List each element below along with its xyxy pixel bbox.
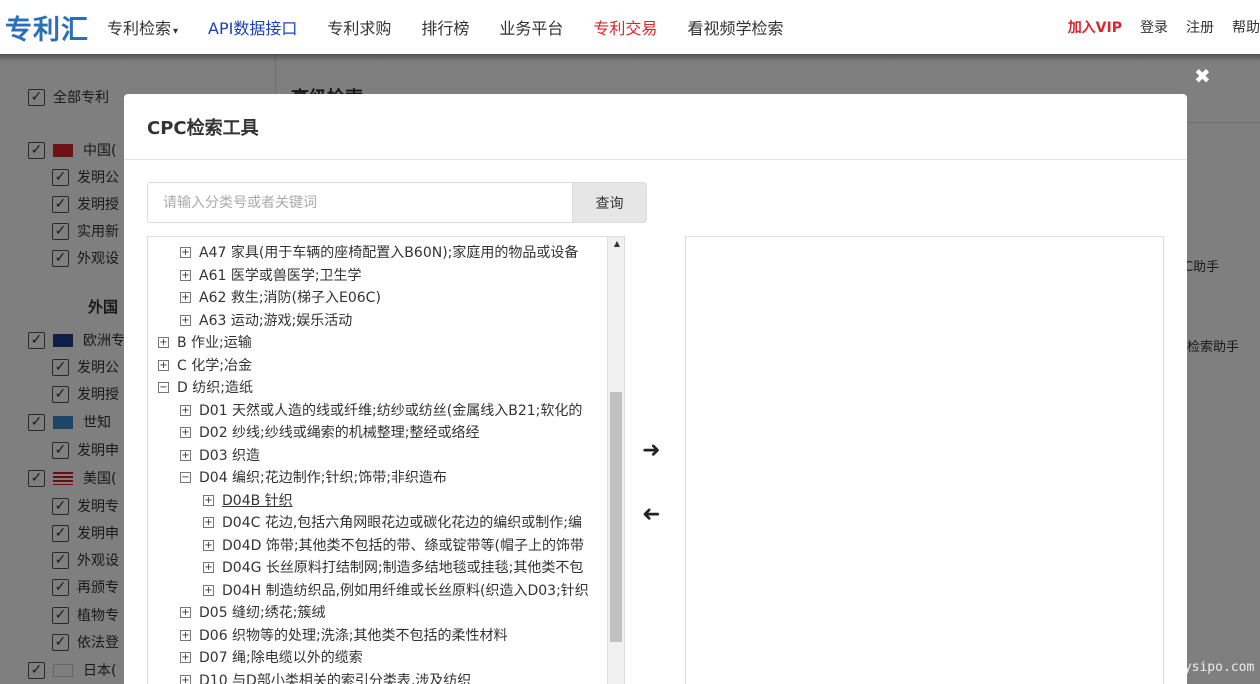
nav-api[interactable]: API数据接口 [208,15,297,39]
tree-node[interactable]: + D04H 制造纺织品,例如用纤维或长丝原料(织造入D03;针织 [203,579,589,601]
top-nav: 专利汇 专利检索 ▾ API数据接口 专利求购 排行榜 业务平台 专利交易 看视频… [0,0,1260,54]
expand-icon[interactable]: + [203,539,214,551]
add-to-selection-arrow-icon[interactable]: ➜ [642,438,660,463]
search-input[interactable] [147,182,572,223]
tree-node[interactable]: + C 化学;冶金 [158,354,252,376]
tree-node[interactable]: + D04D 饰带;其他类不包括的带、绦或锭带等(帽子上的饰带 [203,534,584,556]
tree-scrollbar[interactable]: ▲ [607,237,624,684]
expand-icon[interactable]: + [180,246,191,258]
join-vip-link[interactable]: 加入VIP [1068,17,1122,37]
expand-icon[interactable]: + [203,516,214,528]
tree-node-selected[interactable]: + D04B 针织 [203,489,293,511]
tree-node[interactable]: + D04G 长丝原料打结制网;制造多结地毯或挂毯;其他类不包 [203,556,583,578]
tree-node[interactable]: + A63 运动;游戏;娱乐活动 [180,309,352,331]
expand-icon[interactable]: + [180,269,191,281]
expand-icon[interactable]: + [158,359,169,371]
expand-icon[interactable]: + [203,494,214,506]
watermark: mysipo.com [1176,660,1255,675]
scroll-up-icon[interactable]: ▲ [614,239,620,248]
nav-patent-search[interactable]: 专利检索 ▾ [107,15,178,39]
tree-node[interactable]: − D 纺织;造纸 [158,376,253,398]
expand-icon[interactable]: + [203,584,214,596]
nav-patent-trade[interactable]: 专利交易 [593,15,657,39]
remove-from-selection-arrow-icon[interactable]: ➜ [642,502,660,527]
tree-node[interactable]: + D01 天然或人造的线或纤维;纺纱或纺丝(金属线入B21;软化的 [180,399,582,421]
cpc-search-dialog: CPC检索工具 查询 +A47 家具(用于车辆的座椅配置入B60N);家庭用的物… [124,94,1187,684]
scrollbar-thumb[interactable] [610,392,622,642]
collapse-icon[interactable]: − [158,381,169,393]
chevron-down-icon: ▾ [173,26,179,37]
dialog-header: CPC检索工具 [124,94,1187,160]
nav-menu: 专利检索 ▾ API数据接口 专利求购 排行榜 业务平台 专利交易 看视频学检索 [107,15,813,39]
nav-shadow [0,54,1260,62]
site-logo[interactable]: 专利汇 [5,8,89,47]
tree-node[interactable]: + D06 织物等的处理;洗涤;其他类不包括的柔性材料 [180,624,507,646]
tree-node[interactable]: + D07 绳;除电缆以外的缆索 [180,646,363,668]
tree-node[interactable]: + D03 织造 [180,444,260,466]
search-button[interactable]: 查询 [572,182,647,223]
expand-icon[interactable]: + [203,561,214,573]
dialog-title: CPC检索工具 [147,117,259,139]
tree-node[interactable]: + A62 救生;消防(梯子入E06C) [180,286,381,308]
nav-video[interactable]: 看视频学检索 [687,15,783,39]
tree-node[interactable]: + D02 纱线;纱线或绳索的机械整理;整经或络经 [180,421,479,443]
nav-patent-wanted[interactable]: 专利求购 [327,15,391,39]
expand-icon[interactable]: + [180,651,191,663]
tree-node[interactable]: + B 作业;运输 [158,331,252,353]
tree-node[interactable]: + D04C 花边,包括六角网眼花边或碳化花边的编织或制作;编 [203,511,582,533]
tree-node[interactable]: + A61 医学或兽医学;卫生学 [180,264,362,286]
expand-icon[interactable]: + [158,336,169,348]
cpc-tree[interactable]: + A47 家具(用于车辆的座椅配置入B60N);家庭用的物品或设备 + A61 医… [147,236,625,684]
help-link[interactable]: 帮助 [1232,17,1260,37]
expand-icon[interactable]: + [180,629,191,641]
tree-node[interactable]: − D04 编织;花边制作;针织;饰带;非织造布 [180,466,447,488]
user-menu: 加入VIP 登录 注册 帮助 [1050,0,1260,54]
search-bar: 查询 [147,182,647,223]
login-link[interactable]: 登录 [1140,17,1168,37]
selected-classes-box[interactable] [685,236,1164,684]
tree-node[interactable]: + D10 与D部小类相关的索引分类表,涉及纺织 [180,669,471,684]
nav-ranking[interactable]: 排行榜 [421,15,469,39]
tree-node[interactable]: + A47 家具(用于车辆的座椅配置入B60N);家庭用的物品或设备 [180,241,578,263]
expand-icon[interactable]: + [180,291,191,303]
expand-icon[interactable]: + [180,314,191,326]
expand-icon[interactable]: + [180,674,191,684]
tree-node[interactable]: + D05 缝纫;绣花;簇绒 [180,601,325,623]
expand-icon[interactable]: + [180,426,191,438]
expand-icon[interactable]: + [180,404,191,416]
nav-business[interactable]: 业务平台 [499,15,563,39]
close-icon[interactable]: ✖ [1194,64,1211,88]
expand-icon[interactable]: + [180,449,191,461]
register-link[interactable]: 注册 [1186,17,1214,37]
collapse-icon[interactable]: − [180,471,191,483]
expand-icon[interactable]: + [180,606,191,618]
